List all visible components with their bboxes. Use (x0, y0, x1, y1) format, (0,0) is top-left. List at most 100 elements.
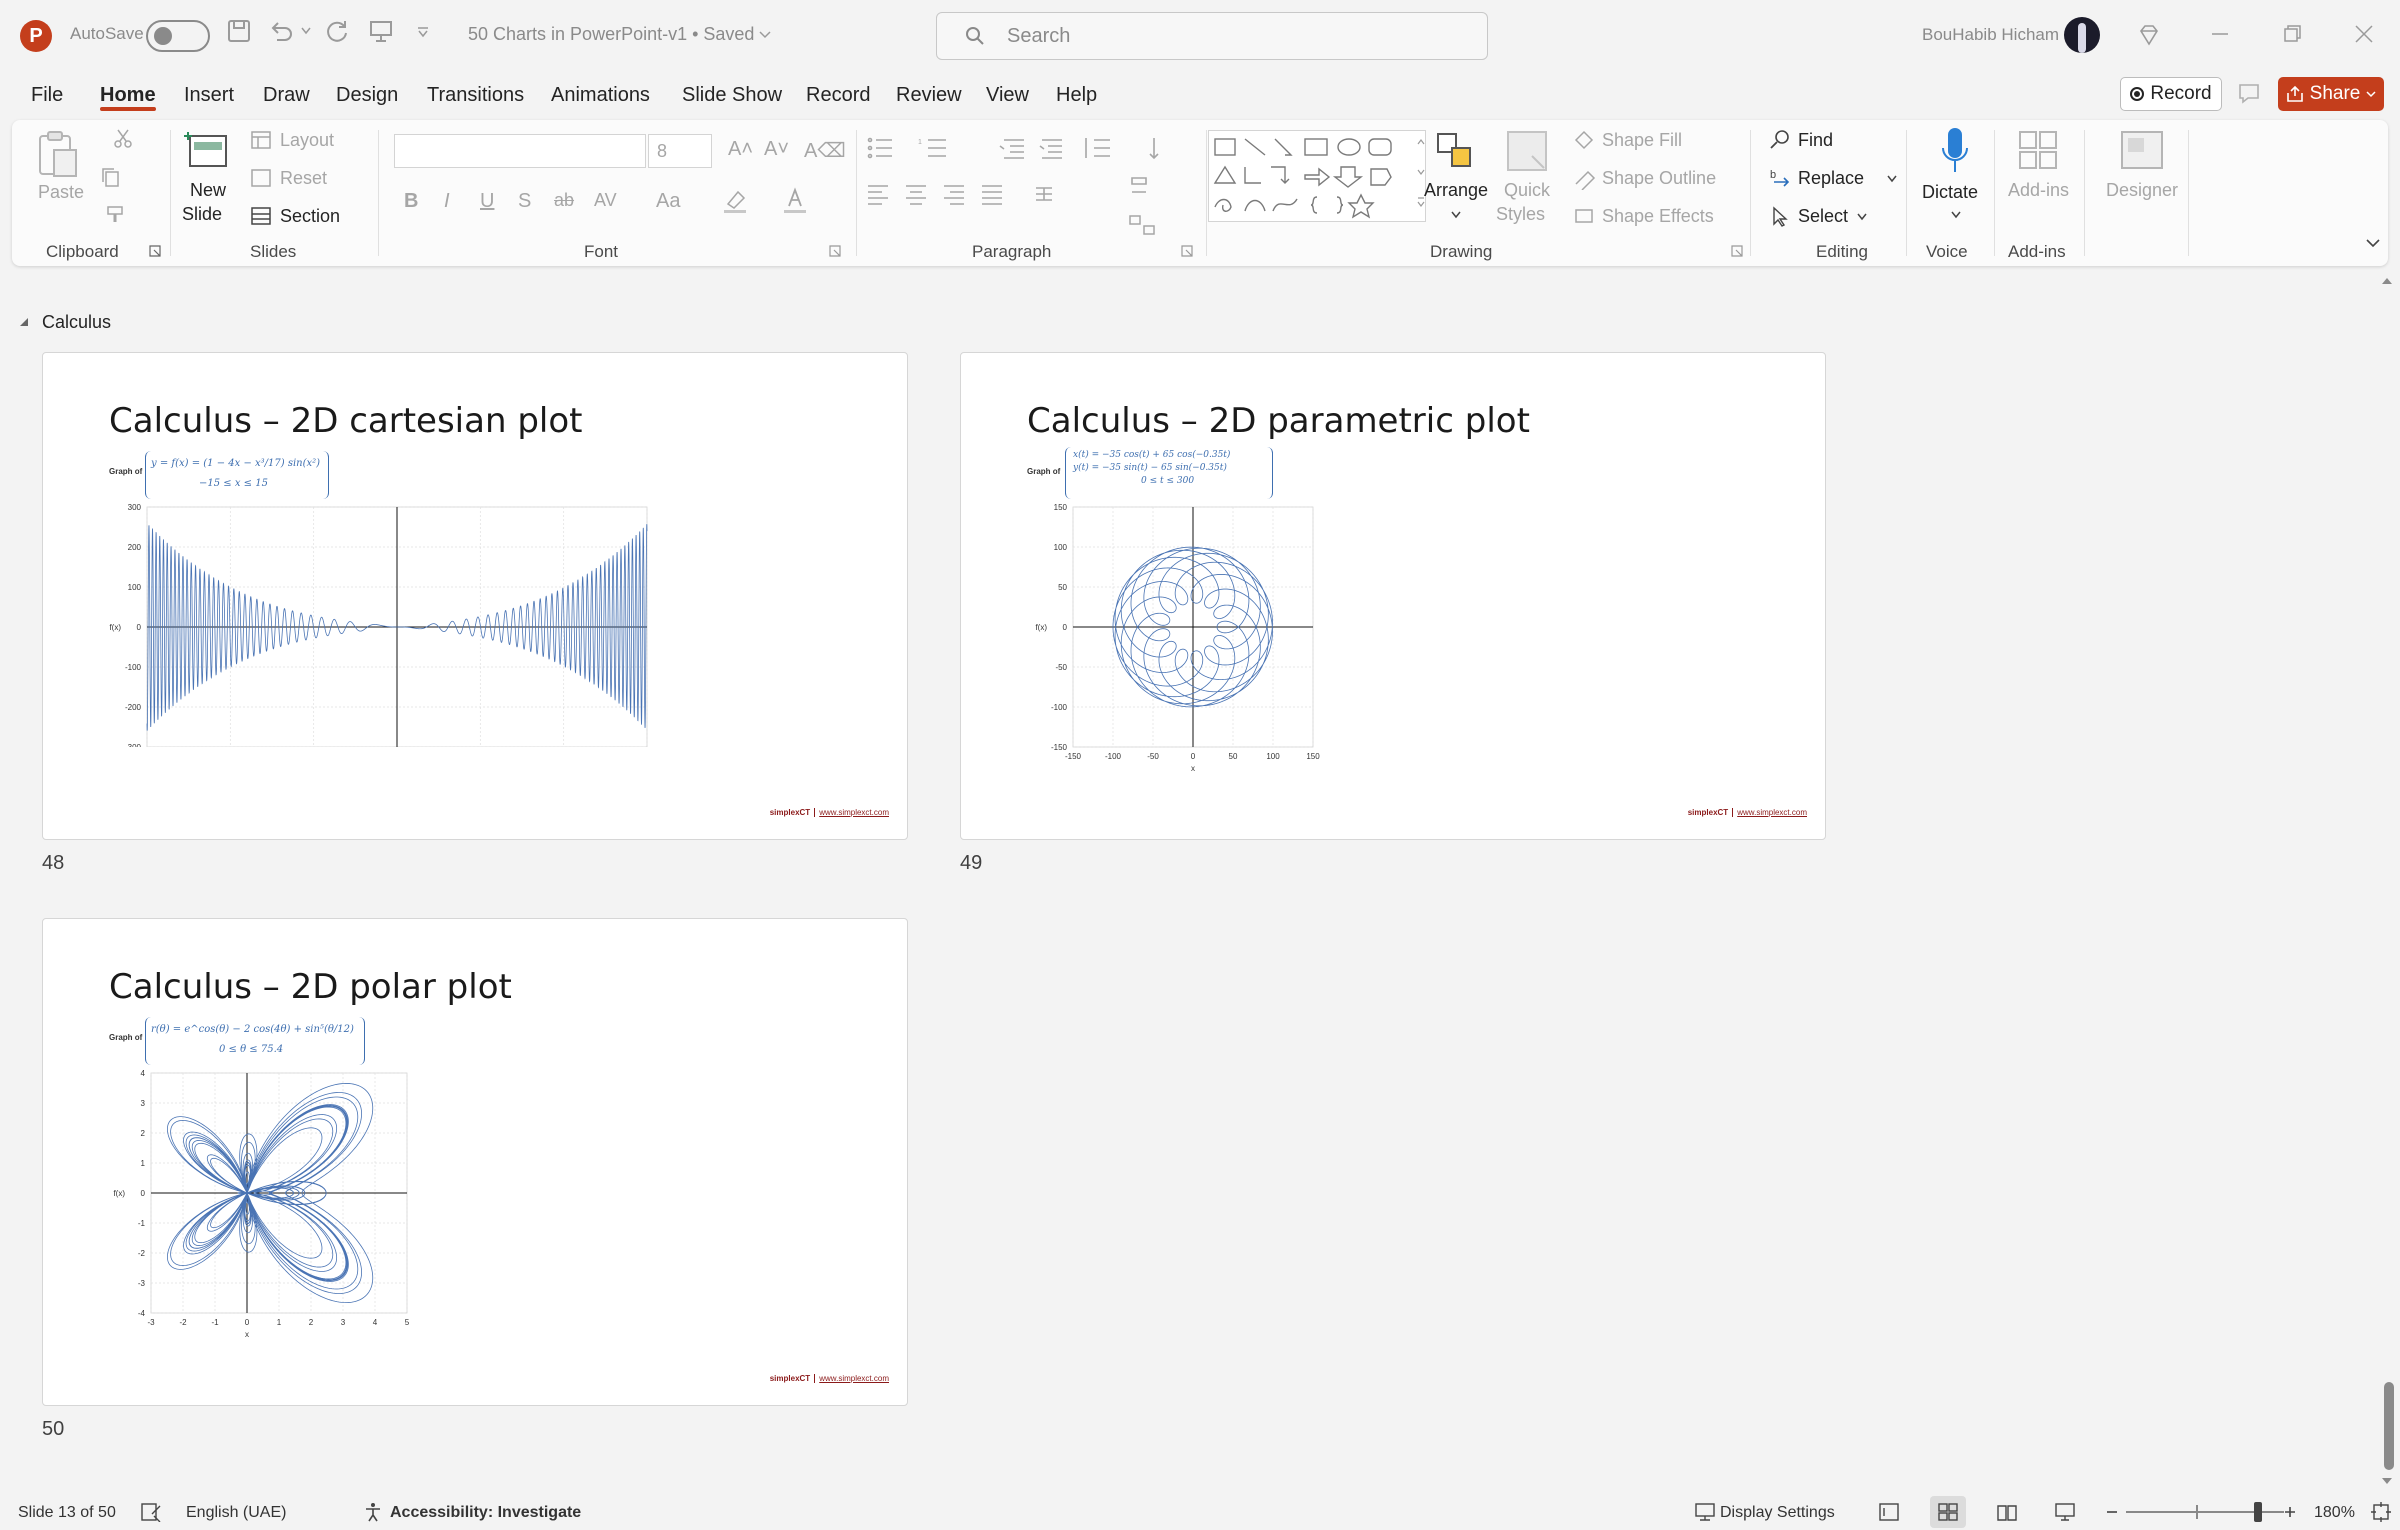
select-icon[interactable] (1768, 204, 1792, 228)
paragraph-launcher-icon[interactable] (1180, 244, 1194, 258)
display-settings-icon[interactable] (1694, 1502, 1716, 1522)
restore-icon[interactable] (2280, 22, 2304, 46)
replace-chevron-icon[interactable] (1886, 174, 1898, 184)
tab-design[interactable]: Design (336, 84, 398, 107)
format-painter-icon[interactable] (104, 204, 126, 226)
undo-icon[interactable] (268, 18, 294, 44)
dictate-label[interactable]: Dictate (1922, 182, 1978, 203)
slideshow-view-icon[interactable] (2054, 1502, 2076, 1522)
add-ins-icon[interactable] (2016, 128, 2060, 174)
quick-styles-label-2[interactable]: Styles (1496, 204, 1545, 225)
scroll-down-icon[interactable] (2378, 1474, 2396, 1488)
replace-label[interactable]: Replace (1798, 168, 1864, 189)
section-name[interactable]: Calculus (42, 312, 111, 333)
designer-icon[interactable] (2118, 128, 2166, 174)
underline-button[interactable]: U (480, 190, 494, 213)
zoom-in-icon[interactable] (2282, 1502, 2298, 1522)
title-chevron-down-icon[interactable] (758, 30, 772, 40)
slide-thumbnail-50[interactable]: Calculus – 2D polar plot Graph of r(θ) =… (42, 918, 908, 1406)
record-button[interactable]: Record (2120, 77, 2222, 111)
change-case-button[interactable]: Aa (656, 190, 680, 213)
font-size-box[interactable]: 8 (648, 134, 712, 168)
customize-qat-icon[interactable] (416, 26, 430, 38)
slide-thumbnail-48[interactable]: Calculus – 2D cartesian plot Graph of y … (42, 352, 908, 840)
shape-fill-label[interactable]: Shape Fill (1602, 130, 1682, 151)
arrange-chevron-icon[interactable] (1450, 210, 1462, 220)
minimize-icon[interactable] (2208, 22, 2232, 46)
avatar[interactable] (2064, 17, 2100, 53)
dictate-chevron-icon[interactable] (1950, 210, 1962, 220)
cut-icon[interactable] (112, 128, 134, 150)
spelling-check-icon[interactable] (140, 1502, 162, 1522)
quick-styles-icon[interactable] (1504, 128, 1550, 178)
display-settings[interactable]: Display Settings (1720, 1504, 1835, 1522)
save-icon[interactable] (226, 18, 252, 44)
clear-formatting-icon[interactable]: A⌫ (804, 138, 846, 163)
alignment-icons[interactable] (864, 182, 1104, 206)
find-label[interactable]: Find (1798, 130, 1833, 151)
font-color-icon[interactable] (782, 186, 810, 214)
select-chevron-icon[interactable] (1856, 212, 1868, 222)
reset-icon[interactable] (250, 168, 272, 188)
new-slide-icon[interactable] (184, 128, 232, 174)
tab-file[interactable]: File (31, 84, 63, 107)
shape-effects-icon[interactable] (1572, 206, 1598, 228)
comments-icon[interactable] (2236, 80, 2262, 106)
find-icon[interactable] (1768, 128, 1792, 152)
shape-outline-icon[interactable] (1572, 168, 1598, 190)
grow-font-icon[interactable]: A˄ (728, 138, 753, 161)
replace-icon[interactable]: b (1768, 166, 1792, 190)
undo-dropdown-icon[interactable] (300, 26, 312, 36)
reset-label[interactable]: Reset (280, 168, 327, 189)
section-label[interactable]: Section (280, 206, 340, 227)
shapes-gallery[interactable] (1208, 130, 1426, 222)
strikethrough-button[interactable]: ab (554, 190, 574, 211)
shape-effects-label[interactable]: Shape Effects (1602, 206, 1714, 227)
char-spacing-icon[interactable]: AV (594, 190, 617, 211)
smartart-icon[interactable] (1126, 208, 1160, 242)
search-box[interactable]: Search (936, 12, 1488, 60)
shadow-button[interactable]: S (518, 190, 531, 213)
font-launcher-icon[interactable] (828, 244, 842, 258)
zoom-level[interactable]: 180% (2314, 1504, 2355, 1522)
add-ins-label[interactable]: Add-ins (2008, 180, 2069, 201)
autosave-toggle[interactable] (146, 20, 210, 52)
tab-review[interactable]: Review (896, 84, 962, 107)
new-slide-label-1[interactable]: New (190, 180, 226, 201)
zoom-out-icon[interactable] (2104, 1502, 2120, 1522)
arrange-label[interactable]: Arrange (1424, 180, 1488, 201)
font-name-box[interactable] (394, 134, 646, 168)
tab-slide-show[interactable]: Slide Show (682, 84, 782, 107)
paragraph-list-icons[interactable]: 1 (864, 134, 1204, 162)
designer-label[interactable]: Designer (2106, 180, 2178, 201)
microphone-icon[interactable] (1940, 126, 1970, 178)
bold-button[interactable]: B (404, 190, 418, 213)
tab-draw[interactable]: Draw (263, 84, 310, 107)
share-button[interactable]: Share (2278, 77, 2384, 111)
slide-info[interactable]: Slide 13 of 50 (18, 1504, 116, 1522)
zoom-slider-thumb[interactable] (2254, 1502, 2262, 1522)
tab-transitions[interactable]: Transitions (427, 84, 524, 107)
scrollbar-thumb[interactable] (2384, 1382, 2394, 1470)
section-icon[interactable] (250, 206, 272, 226)
vertical-scrollbar[interactable] (2376, 272, 2400, 1494)
arrange-icon[interactable] (1432, 128, 1480, 178)
reading-view-icon[interactable] (1996, 1502, 2018, 1522)
accessibility-status[interactable]: Accessibility: Investigate (390, 1504, 581, 1522)
shapes-gallery-scroll-icon[interactable] (1416, 136, 1426, 216)
tab-home[interactable]: Home (100, 84, 156, 107)
normal-view-icon[interactable] (1878, 1502, 1900, 1522)
quick-styles-label-1[interactable]: Quick (1504, 180, 1550, 201)
slide-sorter-view-button[interactable] (1930, 1496, 1966, 1528)
tab-view[interactable]: View (986, 84, 1029, 107)
scroll-up-icon[interactable] (2378, 274, 2396, 288)
present-from-start-icon[interactable] (368, 18, 394, 44)
drawing-launcher-icon[interactable] (1730, 244, 1744, 258)
clipboard-launcher-icon[interactable] (148, 244, 162, 258)
fit-to-window-icon[interactable] (2370, 1501, 2392, 1523)
shape-outline-label[interactable]: Shape Outline (1602, 168, 1716, 189)
tab-insert[interactable]: Insert (184, 84, 234, 107)
highlight-icon[interactable] (722, 186, 750, 214)
layout-icon[interactable] (250, 130, 272, 150)
shrink-font-icon[interactable]: A˅ (764, 138, 789, 161)
